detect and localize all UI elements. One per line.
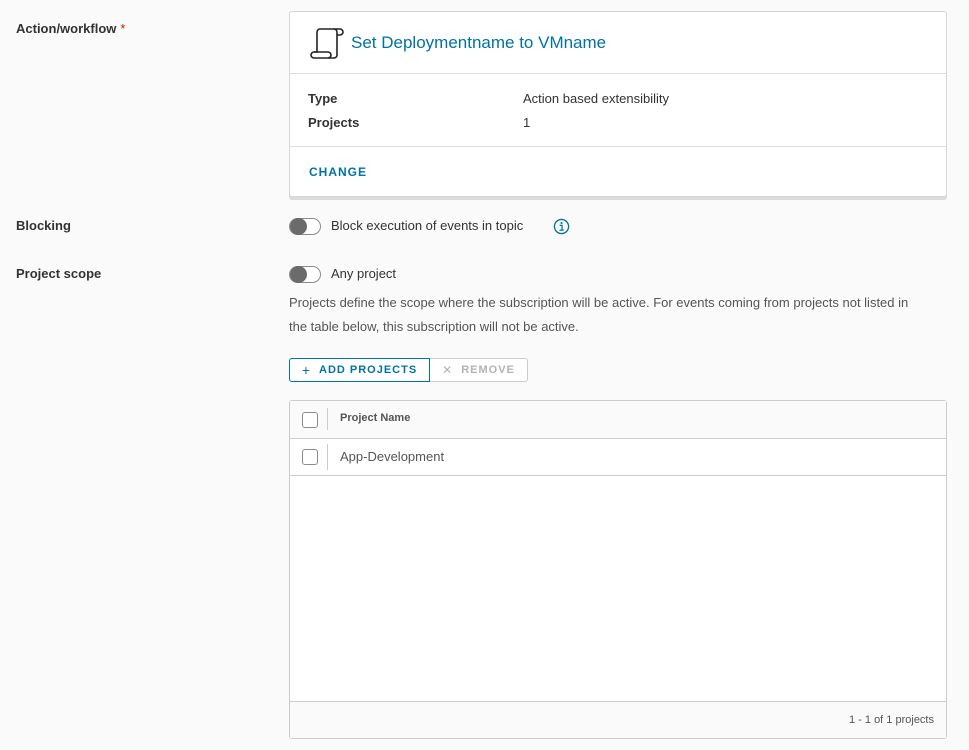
workflow-card-details: Type Action based extensibility Projects… — [290, 74, 946, 147]
project-name-cell: App-Development — [340, 449, 445, 464]
change-button[interactable]: CHANGE — [309, 165, 367, 179]
projects-label: Projects — [308, 115, 360, 130]
toggle-knob — [290, 218, 307, 235]
table-header: Project Name — [290, 401, 946, 439]
table-row[interactable]: App-Development — [290, 439, 946, 476]
column-divider — [327, 444, 328, 470]
any-project-toggle[interactable] — [289, 266, 321, 283]
workflow-card: Set Deploymentname to VMname Type Action… — [289, 11, 947, 197]
workflow-card-header: Set Deploymentname to VMname — [290, 12, 946, 74]
info-circle-icon[interactable] — [553, 218, 570, 235]
required-asterisk: * — [120, 21, 126, 36]
add-projects-button-label: ADD PROJECTS — [319, 364, 418, 376]
remove-button-label: REMOVE — [461, 364, 515, 376]
type-value: Action based extensibility — [523, 91, 669, 106]
select-all-checkbox[interactable] — [302, 412, 318, 428]
any-project-toggle-label: Any project — [331, 266, 397, 281]
column-divider — [327, 408, 328, 430]
project-scope-label: Project scope — [16, 266, 102, 281]
action-workflow-label-text: Action/workflow — [16, 21, 117, 36]
workflow-card-footer: CHANGE — [290, 147, 946, 196]
type-label: Type — [308, 91, 338, 106]
pagination-text: 1 - 1 of 1 projects — [849, 714, 934, 726]
toggle-knob — [290, 266, 307, 283]
project-scope-description: Projects define the scope where the subs… — [289, 295, 909, 334]
projects-table: Project Name App-Development 1 - 1 of 1 … — [289, 400, 947, 739]
blocking-toggle-label: Block execution of events in topic — [331, 218, 524, 233]
table-footer: 1 - 1 of 1 projects — [290, 701, 946, 738]
projects-count: 1 — [523, 115, 531, 130]
add-projects-button[interactable]: + ADD PROJECTS — [289, 358, 430, 382]
action-workflow-label: Action/workflow * — [16, 21, 125, 36]
close-icon: ✕ — [442, 363, 454, 377]
blocking-toggle[interactable] — [289, 218, 321, 235]
plus-icon: + — [301, 362, 311, 378]
workflow-title-link[interactable]: Set Deploymentname to VMname — [351, 33, 606, 53]
remove-button[interactable]: ✕ REMOVE — [430, 358, 528, 382]
blocking-label: Blocking — [16, 218, 71, 233]
row-checkbox[interactable] — [302, 449, 318, 465]
column-header-project-name[interactable]: Project Name — [340, 412, 410, 424]
script-scroll-icon — [310, 27, 344, 59]
